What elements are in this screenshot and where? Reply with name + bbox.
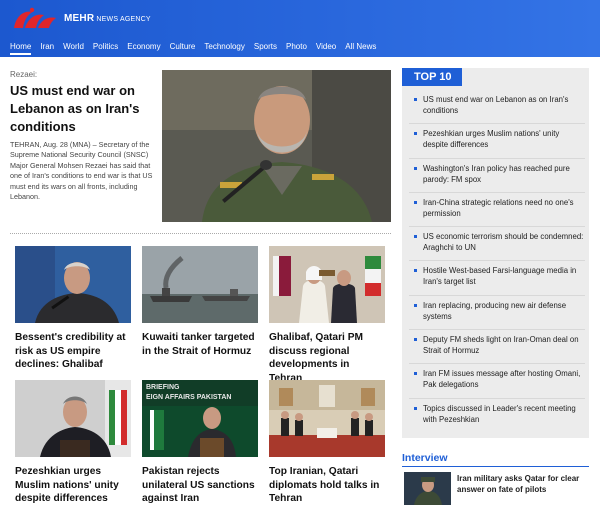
top10-item[interactable]: Iran FM issues message after hosting Oma… [409, 364, 585, 399]
nav-home[interactable]: Home [10, 42, 32, 55]
card-photo[interactable] [15, 380, 131, 457]
top10-item[interactable]: Hostile West-based Farsi-language media … [409, 261, 585, 296]
nav-politics[interactable]: Politics [93, 42, 118, 51]
top10-list: US must end war on Lebanon as on Iran's … [409, 90, 585, 433]
card-photo[interactable] [15, 246, 131, 323]
interview-divider [402, 466, 589, 467]
nav-all-news[interactable]: All News [345, 42, 376, 51]
card-photo[interactable] [142, 246, 258, 323]
top10-panel: TOP 10 US must end war on Lebanon as on … [402, 68, 589, 438]
top10-item[interactable]: Deputy FM sheds light on Iran-Oman deal … [409, 330, 585, 365]
lead-kicker: Rezaei: [10, 70, 38, 79]
nav-economy[interactable]: Economy [127, 42, 160, 51]
interview-photo[interactable] [404, 472, 451, 505]
nav-world[interactable]: World [63, 42, 84, 51]
main-nav: Home Iran World Politics Economy Culture… [10, 42, 385, 55]
nav-culture[interactable]: Culture [170, 42, 196, 51]
lead-headline[interactable]: US must end war on Lebanon as on Iran's … [10, 82, 158, 136]
nav-sports[interactable]: Sports [254, 42, 277, 51]
nav-photo[interactable]: Photo [286, 42, 307, 51]
news-card[interactable]: Top Iranian, Qatari diplomats hold talks… [269, 380, 385, 506]
nav-technology[interactable]: Technology [204, 42, 244, 51]
brand-main: MEHR [64, 13, 95, 24]
lead-summary: TEHRAN, Aug. 28 (MNA) – Secretary of the… [10, 140, 153, 202]
top10-item[interactable]: Topics discussed in Leader's recent meet… [409, 399, 585, 433]
card-headline[interactable]: Ghalibaf, Qatari PM discuss regional dev… [269, 331, 385, 385]
top10-item[interactable]: US must end war on Lebanon as on Iran's … [409, 90, 585, 125]
banner-text: EIGN AFFAIRS PAKISTAN [146, 394, 231, 401]
news-card[interactable]: Pezeshkian urges Muslim nations' unity d… [15, 380, 131, 506]
brand-name[interactable]: MEHR NEWS AGENCY [64, 13, 151, 24]
banner-text-top: BRIEFING [146, 384, 180, 391]
lead-photo[interactable] [162, 70, 391, 222]
top10-item[interactable]: Washington's Iran policy has reached pur… [409, 159, 585, 193]
interview-headline[interactable]: Iran military asks Qatar for clear answe… [457, 473, 589, 495]
news-card[interactable]: Kuwaiti tanker targeted in the Strait of… [142, 246, 258, 358]
card-headline[interactable]: Top Iranian, Qatari diplomats hold talks… [269, 465, 385, 506]
news-card[interactable]: BRIEFING EIGN AFFAIRS PAKISTAN Pakistan … [142, 380, 258, 506]
top10-item[interactable]: US economic terrorism should be condemne… [409, 227, 585, 262]
brand-sub: NEWS AGENCY [94, 16, 151, 23]
nav-iran[interactable]: Iran [40, 42, 54, 51]
mehr-logo[interactable] [10, 6, 60, 32]
top10-item[interactable]: Pezeshkian urges Muslim nations' unity d… [409, 124, 585, 159]
interview-heading[interactable]: Interview [402, 452, 448, 464]
card-photo[interactable] [269, 380, 385, 457]
card-headline[interactable]: Bessent's credibility at risk as US empi… [15, 331, 131, 372]
card-photo[interactable]: BRIEFING EIGN AFFAIRS PAKISTAN [142, 380, 258, 457]
section-divider [10, 233, 391, 234]
top10-heading: TOP 10 [402, 68, 462, 86]
card-photo[interactable] [269, 246, 385, 323]
news-card[interactable]: Ghalibaf, Qatari PM discuss regional dev… [269, 246, 385, 385]
card-headline[interactable]: Kuwaiti tanker targeted in the Strait of… [142, 331, 258, 358]
card-headline[interactable]: Pezeshkian urges Muslim nations' unity d… [15, 465, 131, 506]
top10-item[interactable]: Iran-China strategic relations need no o… [409, 193, 585, 228]
news-card[interactable]: Bessent's credibility at risk as US empi… [15, 246, 131, 372]
top10-item[interactable]: Iran replacing, producing new air defens… [409, 296, 585, 331]
nav-video[interactable]: Video [316, 42, 336, 51]
card-headline[interactable]: Pakistan rejects unilateral US sanctions… [142, 465, 258, 506]
site-header: MEHR NEWS AGENCY Home Iran World Politic… [0, 0, 600, 57]
